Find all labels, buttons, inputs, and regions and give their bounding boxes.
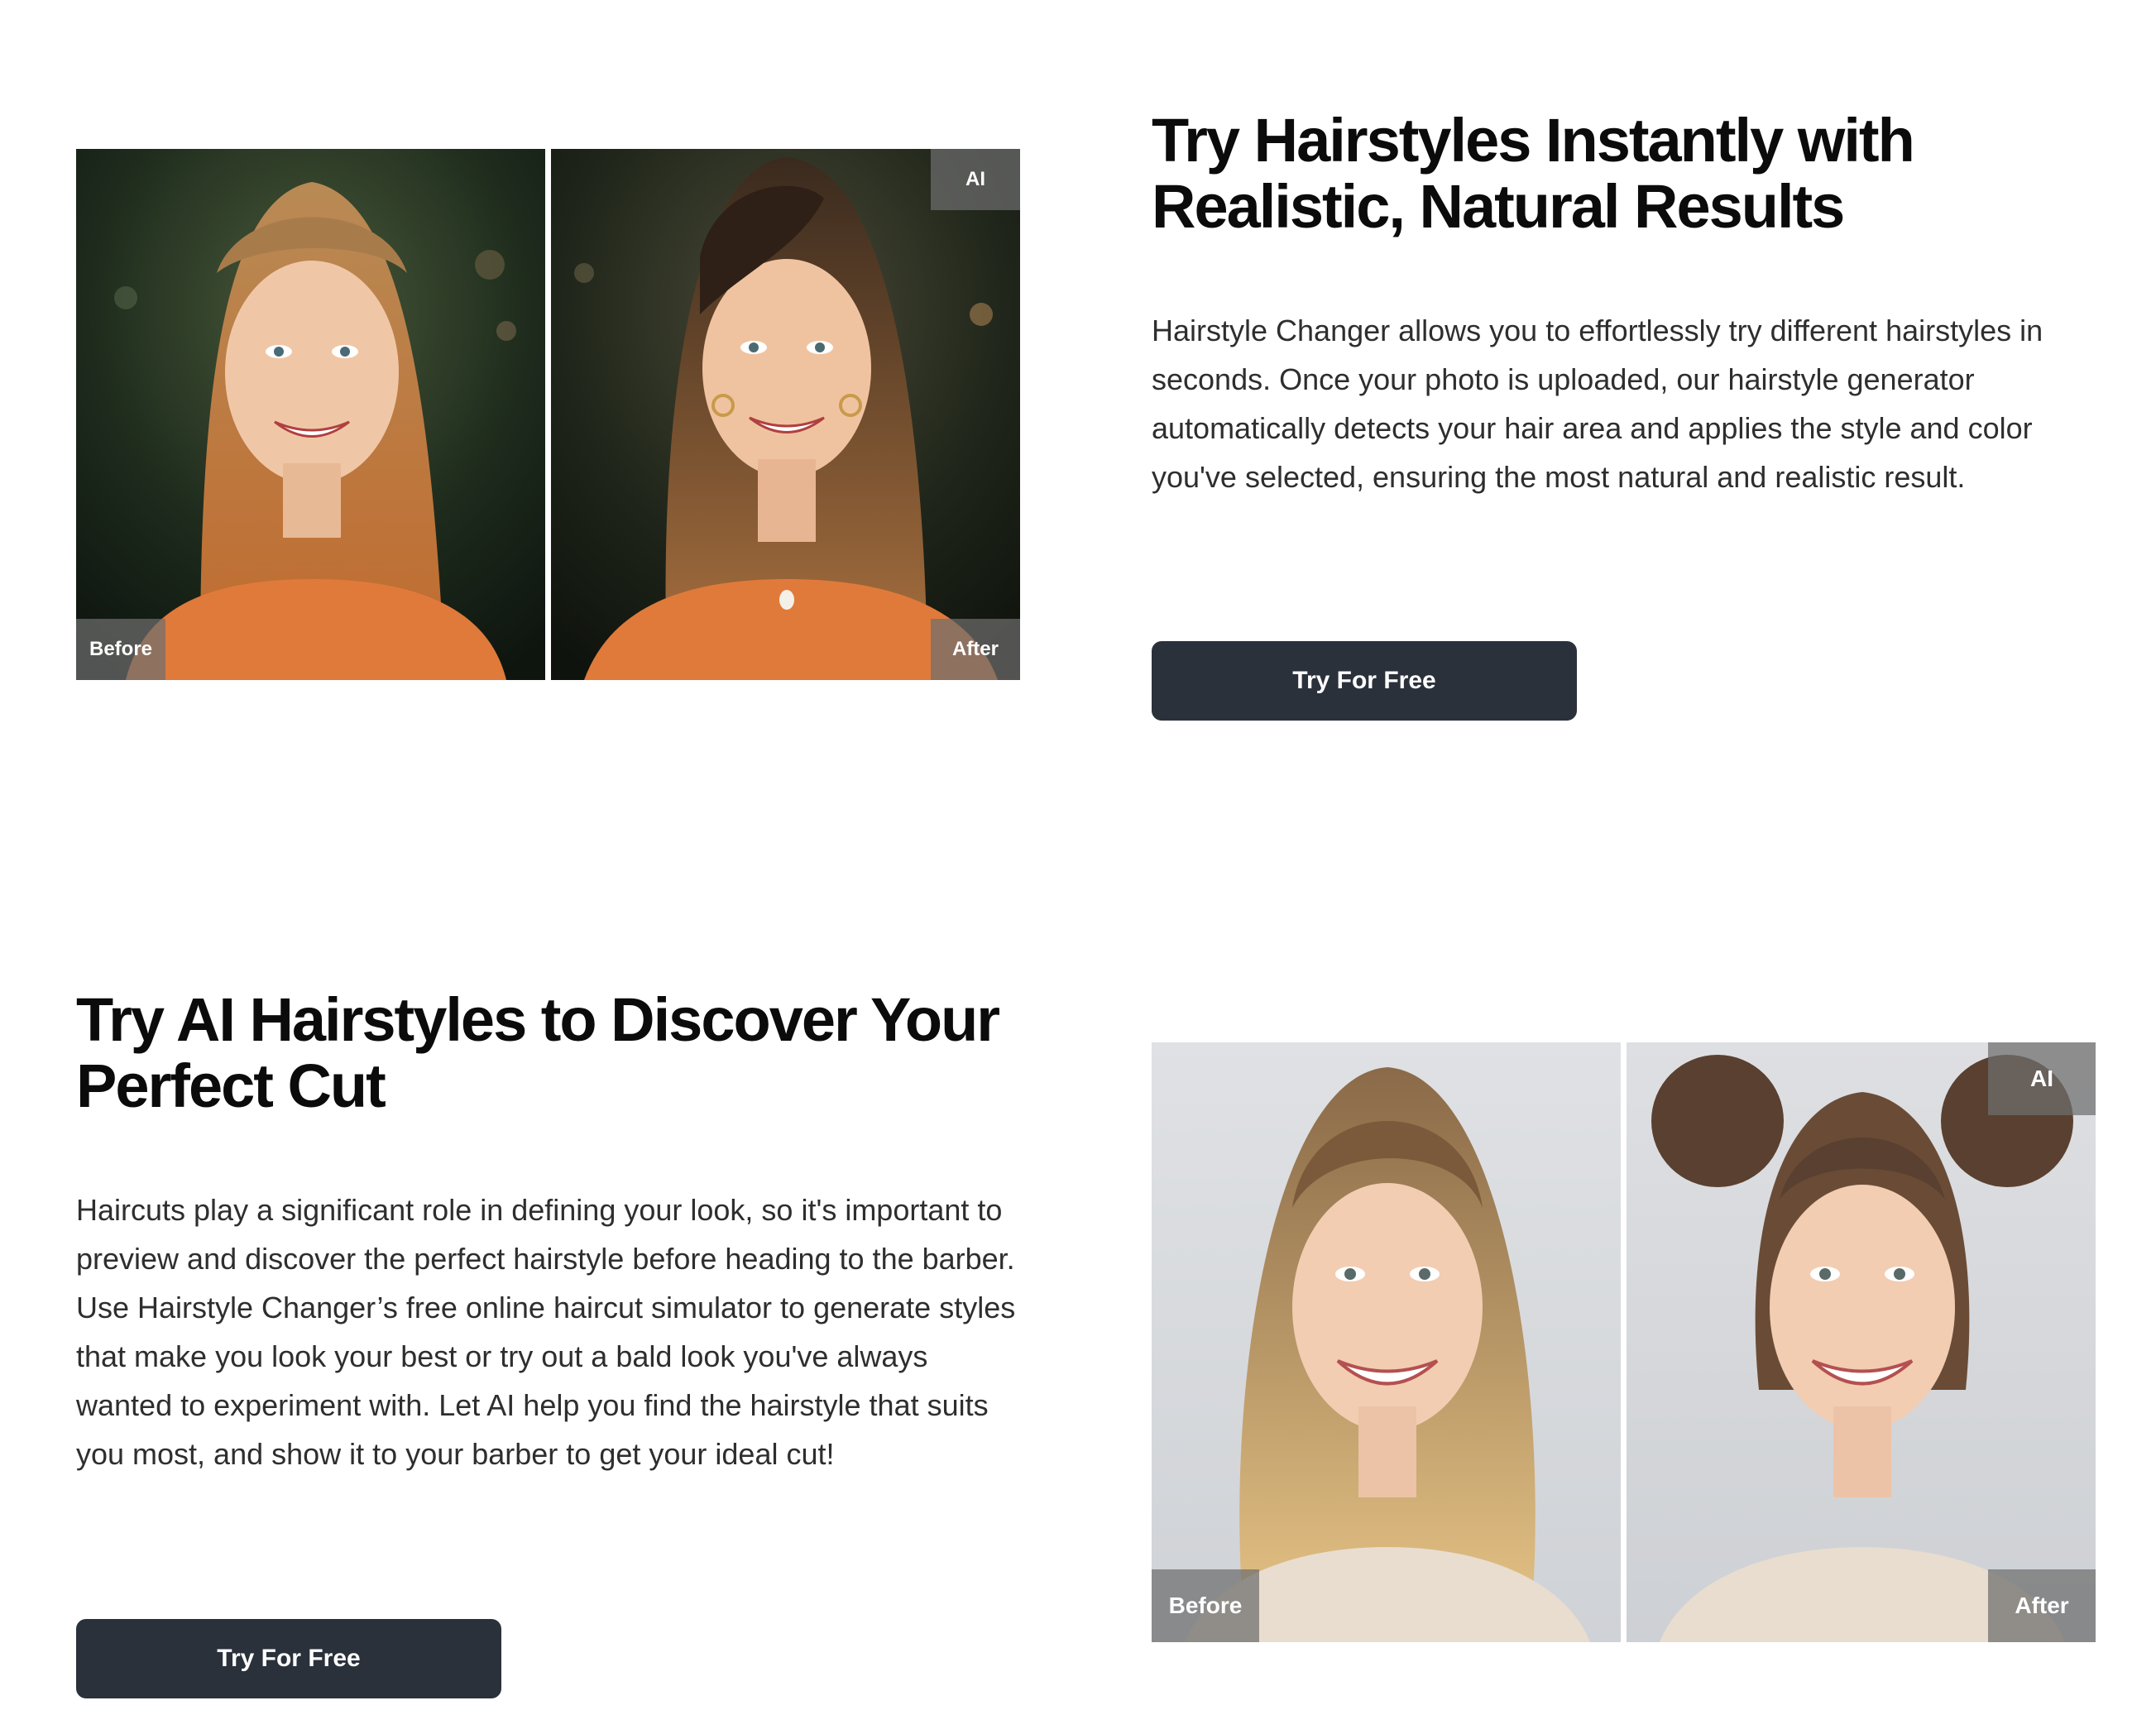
feature-section-realistic-results: Before AI After Try Hairstyles Instantly…	[0, 0, 2156, 827]
section-heading: Try AI Hairstyles to Discover Your Perfe…	[76, 985, 1000, 1120]
ai-badge: AI	[931, 149, 1020, 210]
after-portrait-image	[551, 149, 1020, 680]
after-label: After	[931, 619, 1020, 680]
section-heading: Try Hairstyles Instantly with Realistic,…	[1152, 106, 1915, 241]
section-description: Hairstyle Changer allows you to effortle…	[1152, 314, 2043, 494]
try-for-free-button[interactable]: Try For Free	[1152, 641, 1577, 721]
feature-section-perfect-cut: Try AI Hairstyles to Discover Your Perfe…	[0, 877, 2156, 1734]
try-for-free-button[interactable]: Try For Free	[76, 1619, 501, 1698]
after-photo: AI After	[1627, 1042, 2096, 1642]
before-after-comparison: Before AI After	[76, 149, 1020, 680]
before-portrait-image	[76, 149, 545, 680]
before-photo: Before	[76, 149, 545, 680]
ai-badge: AI	[1988, 1042, 2096, 1115]
section-description: Haircuts play a significant role in defi…	[76, 1193, 1016, 1471]
before-label: Before	[1152, 1569, 1259, 1642]
after-photo: AI After	[551, 149, 1020, 680]
before-after-comparison: Before AI After	[1152, 1042, 2096, 1642]
before-photo: Before	[1152, 1042, 1621, 1642]
after-portrait-image	[1627, 1042, 2096, 1642]
after-label: After	[1988, 1569, 2096, 1642]
before-label: Before	[76, 619, 165, 680]
before-portrait-image	[1152, 1042, 1621, 1642]
